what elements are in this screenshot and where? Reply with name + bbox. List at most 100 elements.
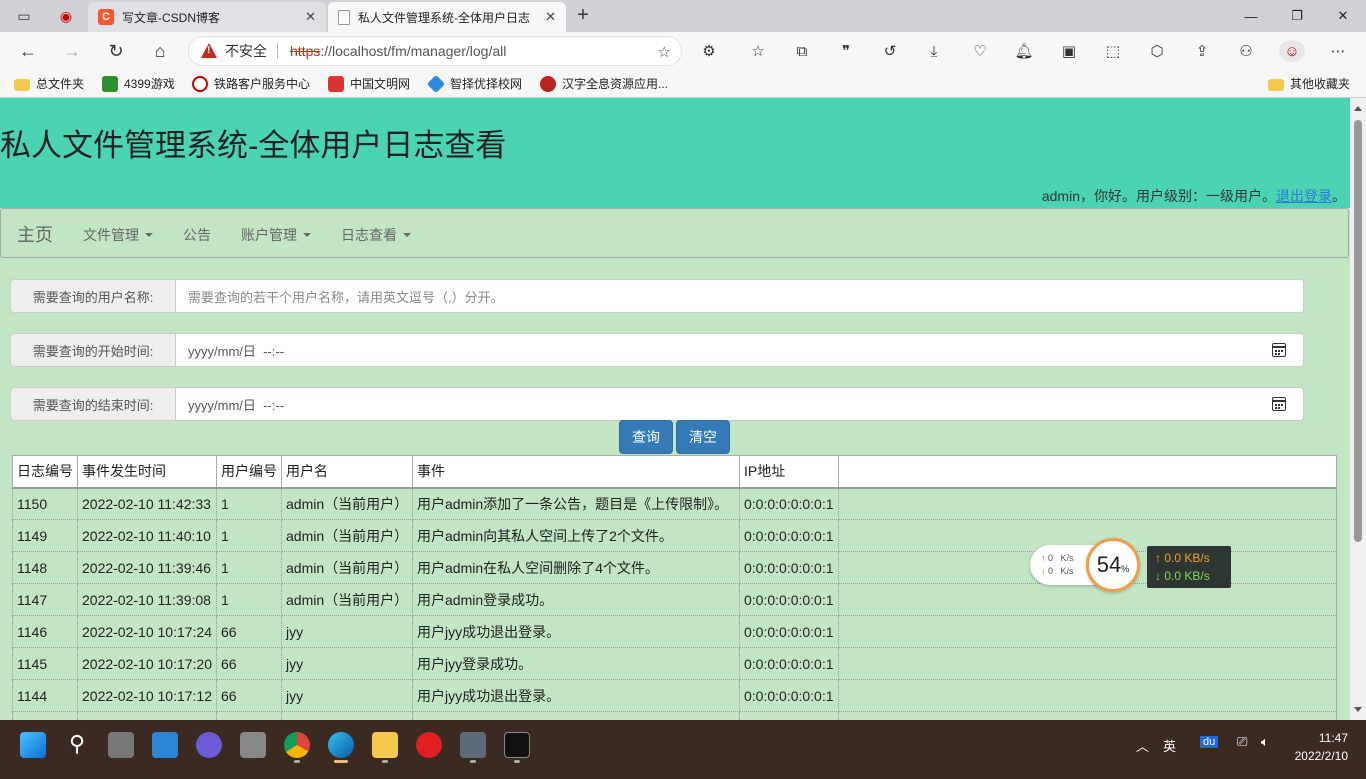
column-header: 用户编号 — [216, 455, 282, 489]
start-windows-icon[interactable] — [20, 732, 46, 758]
minimize-button[interactable]: — — [1228, 0, 1274, 32]
csdn-icon: C — [98, 9, 114, 25]
bookmark-railway[interactable]: 铁路客户服务中心 — [192, 75, 310, 92]
tab-actions-icon[interactable]: ▭ — [10, 4, 38, 28]
bookmark-wenming[interactable]: 中国文明网 — [328, 75, 410, 92]
favorites-icon[interactable]: ☆ — [745, 40, 771, 62]
family-icon[interactable]: ⚇ — [1233, 40, 1259, 62]
warning-icon — [201, 43, 217, 59]
home-button[interactable]: ⌂ — [146, 39, 174, 63]
collections-icon[interactable]: ⧉ — [789, 40, 815, 62]
browser-essentials-icon[interactable]: ⬡ — [1144, 40, 1170, 62]
bookmark-label: 其他收藏夹 — [1290, 77, 1351, 91]
bookmark-school[interactable]: 智择优择校网 — [426, 74, 522, 93]
query-button[interactable]: 查询 — [619, 420, 673, 454]
wenming-icon — [328, 75, 344, 92]
volume-icon[interactable]: 🔈︎ — [1261, 734, 1269, 750]
more-menu-icon[interactable]: ⋯ — [1325, 40, 1351, 62]
start-time-input[interactable]: yyyy/mm/日 --:-- — [176, 333, 1304, 367]
restore-button[interactable]: ❐ — [1274, 0, 1320, 32]
widgets-icon[interactable] — [152, 732, 178, 758]
table-cell: 2022-02-10 10:17:24 — [77, 615, 217, 648]
clear-button[interactable]: 清空 — [676, 420, 730, 454]
caret-down-icon — [403, 233, 411, 237]
page-title: 私人文件管理系统-全体用户日志查看 — [0, 128, 507, 163]
nav-home[interactable]: 主页 — [17, 221, 53, 247]
calendar-icon[interactable] — [1272, 397, 1286, 411]
back-button[interactable]: ← — [14, 39, 42, 63]
security-label[interactable]: 不安全 — [225, 41, 267, 61]
username-query-input[interactable]: 需要查询的若干个用户名称，请用英文逗号（,）分开。 — [176, 279, 1304, 313]
scroll-thumb[interactable] — [1354, 120, 1362, 542]
chrome-icon[interactable] — [284, 732, 310, 758]
share-icon[interactable]: ⇪ — [1189, 40, 1215, 62]
table-cell: 2022-02-10 11:39:46 — [77, 551, 217, 584]
close-icon[interactable]: ✕ — [545, 9, 556, 25]
tray-chevron-up-icon[interactable]: ︿ — [1136, 736, 1149, 755]
logout-link[interactable]: 退出登录 — [1276, 188, 1332, 204]
history-icon[interactable]: ↺ — [877, 40, 903, 62]
new-tab-button[interactable]: + — [570, 4, 596, 28]
bookmark-4399[interactable]: 4399游戏 — [102, 75, 175, 92]
user-info: admin，你好。用户级别：一级用户。退出登录。 — [1042, 186, 1346, 206]
scroll-up-arrow-icon[interactable] — [1354, 106, 1362, 111]
system-clock[interactable]: 11:47 2022/2/10 — [1295, 729, 1348, 765]
profile-avatar-icon[interactable]: ☺ — [1279, 40, 1305, 62]
table-cell — [739, 711, 839, 720]
end-time-input[interactable]: yyyy/mm/日 --:-- — [176, 387, 1304, 421]
ime-indicator[interactable]: 英 — [1163, 736, 1176, 755]
app-icon[interactable] — [240, 732, 266, 758]
username-query-row: 需要查询的用户名称: 需要查询的若干个用户名称，请用英文逗号（,）分开。 — [10, 279, 1304, 313]
nav-log-view[interactable]: 日志查看 — [341, 225, 411, 245]
task-view-icon[interactable] — [108, 732, 134, 758]
teams-chat-icon[interactable] — [196, 732, 222, 758]
edge-icon[interactable] — [328, 732, 354, 758]
memory-usage-ring[interactable]: 54% — [1086, 538, 1140, 592]
close-window-button[interactable]: ✕ — [1320, 0, 1366, 32]
nav-label: 公告 — [183, 227, 211, 243]
close-icon[interactable]: ✕ — [305, 9, 316, 25]
tab-log-viewer[interactable]: 私人文件管理系统-全体用户日志查看 ✕ — [328, 2, 566, 32]
active-indicator — [334, 760, 348, 763]
terminal-icon[interactable] — [504, 732, 530, 758]
add-favorite-icon[interactable]: ☆ — [658, 43, 671, 61]
screenshot-icon[interactable]: ⬚ — [1100, 40, 1126, 62]
quote-icon[interactable]: ❞ — [833, 40, 859, 62]
search-icon[interactable]: ⚲ — [64, 732, 90, 758]
nav-label: 账户管理 — [241, 227, 297, 243]
refresh-button[interactable]: ↻ — [102, 39, 130, 63]
downloads-icon[interactable]: ⤓ — [921, 40, 947, 62]
table-row: 1146 2022-02-10 10:17:24 66 jyy 用户jyy成功退出登录。… — [12, 615, 1337, 648]
windows-taskbar: ⚲ ︿ 英 du ⎚ 🔈︎ 11:47 2022/2/10 — [0, 720, 1366, 779]
calculator-icon[interactable] — [460, 732, 486, 758]
math-solver-icon[interactable]: ▣ — [1056, 40, 1082, 62]
table-cell — [77, 711, 217, 720]
forward-button[interactable]: → — [58, 39, 86, 63]
calendar-icon[interactable] — [1272, 343, 1286, 357]
table-cell: 1149 — [12, 519, 78, 552]
netease-music-icon[interactable] — [416, 732, 442, 758]
bookmark-label: 总文件夹 — [36, 77, 85, 91]
notifications-icon[interactable]: 🔔︎ — [1011, 40, 1037, 62]
baidu-icon[interactable]: du — [1200, 736, 1219, 748]
network-icon[interactable]: ⎚ — [1237, 734, 1247, 750]
table-cell: 1147 — [12, 583, 78, 616]
scroll-down-arrow-icon[interactable] — [1354, 707, 1362, 712]
tab-csdn[interactable]: C 写文章-CSDN博客 ✕ — [88, 2, 326, 32]
extensions-icon[interactable]: ⚙ — [696, 40, 722, 62]
performance-icon[interactable]: ♡ — [967, 40, 993, 62]
table-cell: jyy — [281, 647, 413, 680]
page-scrollbar[interactable] — [1350, 98, 1366, 720]
bookmark-hanzi[interactable]: 汉字全息资源应用... — [540, 75, 668, 92]
nav-announcement[interactable]: 公告 — [183, 225, 211, 245]
file-explorer-icon[interactable] — [372, 732, 398, 758]
bookmark-other-folder[interactable]: 其他收藏夹 — [1268, 75, 1350, 92]
bookmark-label: 4399游戏 — [124, 77, 175, 91]
nav-file-management[interactable]: 文件管理 — [83, 225, 153, 245]
bookmark-folder-all[interactable]: 总文件夹 — [14, 75, 84, 92]
nav-account-management[interactable]: 账户管理 — [241, 225, 311, 245]
weibo-icon[interactable]: ◉ — [52, 4, 80, 28]
railway-icon — [192, 75, 208, 92]
table-cell: 1 — [216, 551, 282, 584]
url-bar[interactable]: 不安全 https ://localhost/fm/manager/log/al… — [188, 36, 682, 66]
